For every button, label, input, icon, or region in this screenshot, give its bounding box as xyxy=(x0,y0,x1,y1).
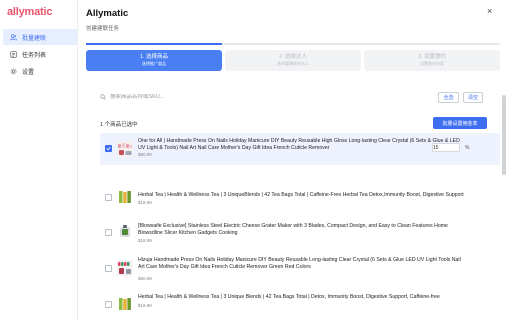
step-title: 2. 选择达人 xyxy=(278,54,308,60)
search-input[interactable] xyxy=(110,94,410,100)
step-desc: 设置邀约内容 xyxy=(420,61,444,66)
nails-image xyxy=(118,262,131,274)
product-row[interactable]: Hizuja Handmade Press On Nails Holiday M… xyxy=(100,254,500,286)
scrollbar[interactable] xyxy=(502,95,506,175)
product-title: One for All | Handmade Press On Nails Ho… xyxy=(138,138,460,151)
product-row[interactable]: One for All | Handmade Press On Nails Ho… xyxy=(100,133,500,165)
product-title: Herbal Tea | Health & Wellness Tea | 3 U… xyxy=(138,294,440,300)
users-icon xyxy=(10,33,17,40)
page-title: Allymatic xyxy=(86,8,129,19)
product-checkbox[interactable] xyxy=(105,145,112,152)
product-thumbnail xyxy=(117,296,133,312)
product-checkbox[interactable] xyxy=(105,301,112,308)
sidebar-nav: 批量建联 任务列表 设置 xyxy=(3,29,77,80)
sidebar-item-batch-outreach[interactable]: 批量建联 xyxy=(3,29,77,45)
product-checkbox[interactable] xyxy=(105,265,112,272)
batch-commission-button[interactable]: 批量设置佣金率 xyxy=(433,117,487,129)
product-thumbnail xyxy=(117,189,133,205)
step-title: 3. 设置邀约 xyxy=(417,54,447,60)
step-select-products[interactable]: 1. 选择商品 选择推广商品 xyxy=(86,50,222,71)
step-title: 1. 选择商品 xyxy=(139,54,169,60)
select-all-button[interactable]: 全选 xyxy=(438,92,459,103)
steps-progress-fill xyxy=(86,43,222,45)
gear-icon xyxy=(10,68,17,74)
product-thumbnail xyxy=(117,224,133,240)
product-checkbox[interactable] xyxy=(105,229,112,236)
nails-image xyxy=(118,143,132,155)
product-list: One for All | Handmade Press On Nails Ho… xyxy=(100,133,500,320)
product-title: Herbal Tea | Health & Wellness Tea | 3 U… xyxy=(138,192,464,198)
cheese-grater-image xyxy=(120,225,130,237)
sidebar-item-label: 任务列表 xyxy=(22,52,47,59)
search-icon xyxy=(100,94,106,100)
sidebar-item-label: 批量建联 xyxy=(22,35,47,42)
product-price: $60.99 xyxy=(138,276,152,281)
step-select-creators[interactable]: 2. 选择达人 选择要建联的达人 xyxy=(225,50,361,71)
check-icon xyxy=(106,146,111,151)
clear-button[interactable]: 清空 xyxy=(463,92,483,103)
product-price: $19.99 xyxy=(138,200,152,205)
close-icon[interactable]: × xyxy=(487,7,492,16)
product-checkbox[interactable] xyxy=(105,194,112,201)
sidebar: allymatic 批量建联 任务列表 设置 xyxy=(0,0,78,320)
product-title: Hizuja Handmade Press On Nails Holiday M… xyxy=(138,257,461,270)
list-icon xyxy=(10,50,17,58)
tea-boxes-image xyxy=(119,191,131,203)
sidebar-item-task-list[interactable]: 任务列表 xyxy=(3,46,77,62)
product-price: $19.99 xyxy=(138,303,152,308)
step-desc: 选择推广商品 xyxy=(142,61,166,66)
sidebar-item-label: 设置 xyxy=(22,69,35,76)
product-row[interactable]: [Blowsaife Exclusive] Stainless Steel El… xyxy=(100,219,500,249)
percent-unit: % xyxy=(465,145,470,151)
tea-boxes-image xyxy=(119,298,131,310)
page-subtitle: 创建建联任务 xyxy=(86,26,120,32)
product-price: $60.99 xyxy=(138,152,152,157)
product-thumbnail xyxy=(117,141,133,157)
product-thumbnail xyxy=(117,260,133,276)
search-bar xyxy=(100,92,430,102)
product-price: $18.99 xyxy=(138,238,152,243)
step-desc: 选择要建联的达人 xyxy=(277,61,309,66)
commission-rate-input[interactable] xyxy=(432,143,460,152)
sidebar-item-settings[interactable]: 设置 xyxy=(3,63,77,79)
selected-count: 1 个商品已选中 xyxy=(100,122,138,128)
product-title: [Blowsaife Exclusive] Stainless Steel El… xyxy=(138,223,448,236)
app-logo: allymatic xyxy=(7,6,53,18)
product-row[interactable]: Herbal Tea | Health & Wellness Tea | 3 U… xyxy=(100,184,500,214)
step-set-invitation[interactable]: 3. 设置邀约 设置邀约内容 xyxy=(364,50,500,71)
product-row[interactable]: Herbal Tea | Health & Wellness Tea | 3 U… xyxy=(100,291,500,320)
